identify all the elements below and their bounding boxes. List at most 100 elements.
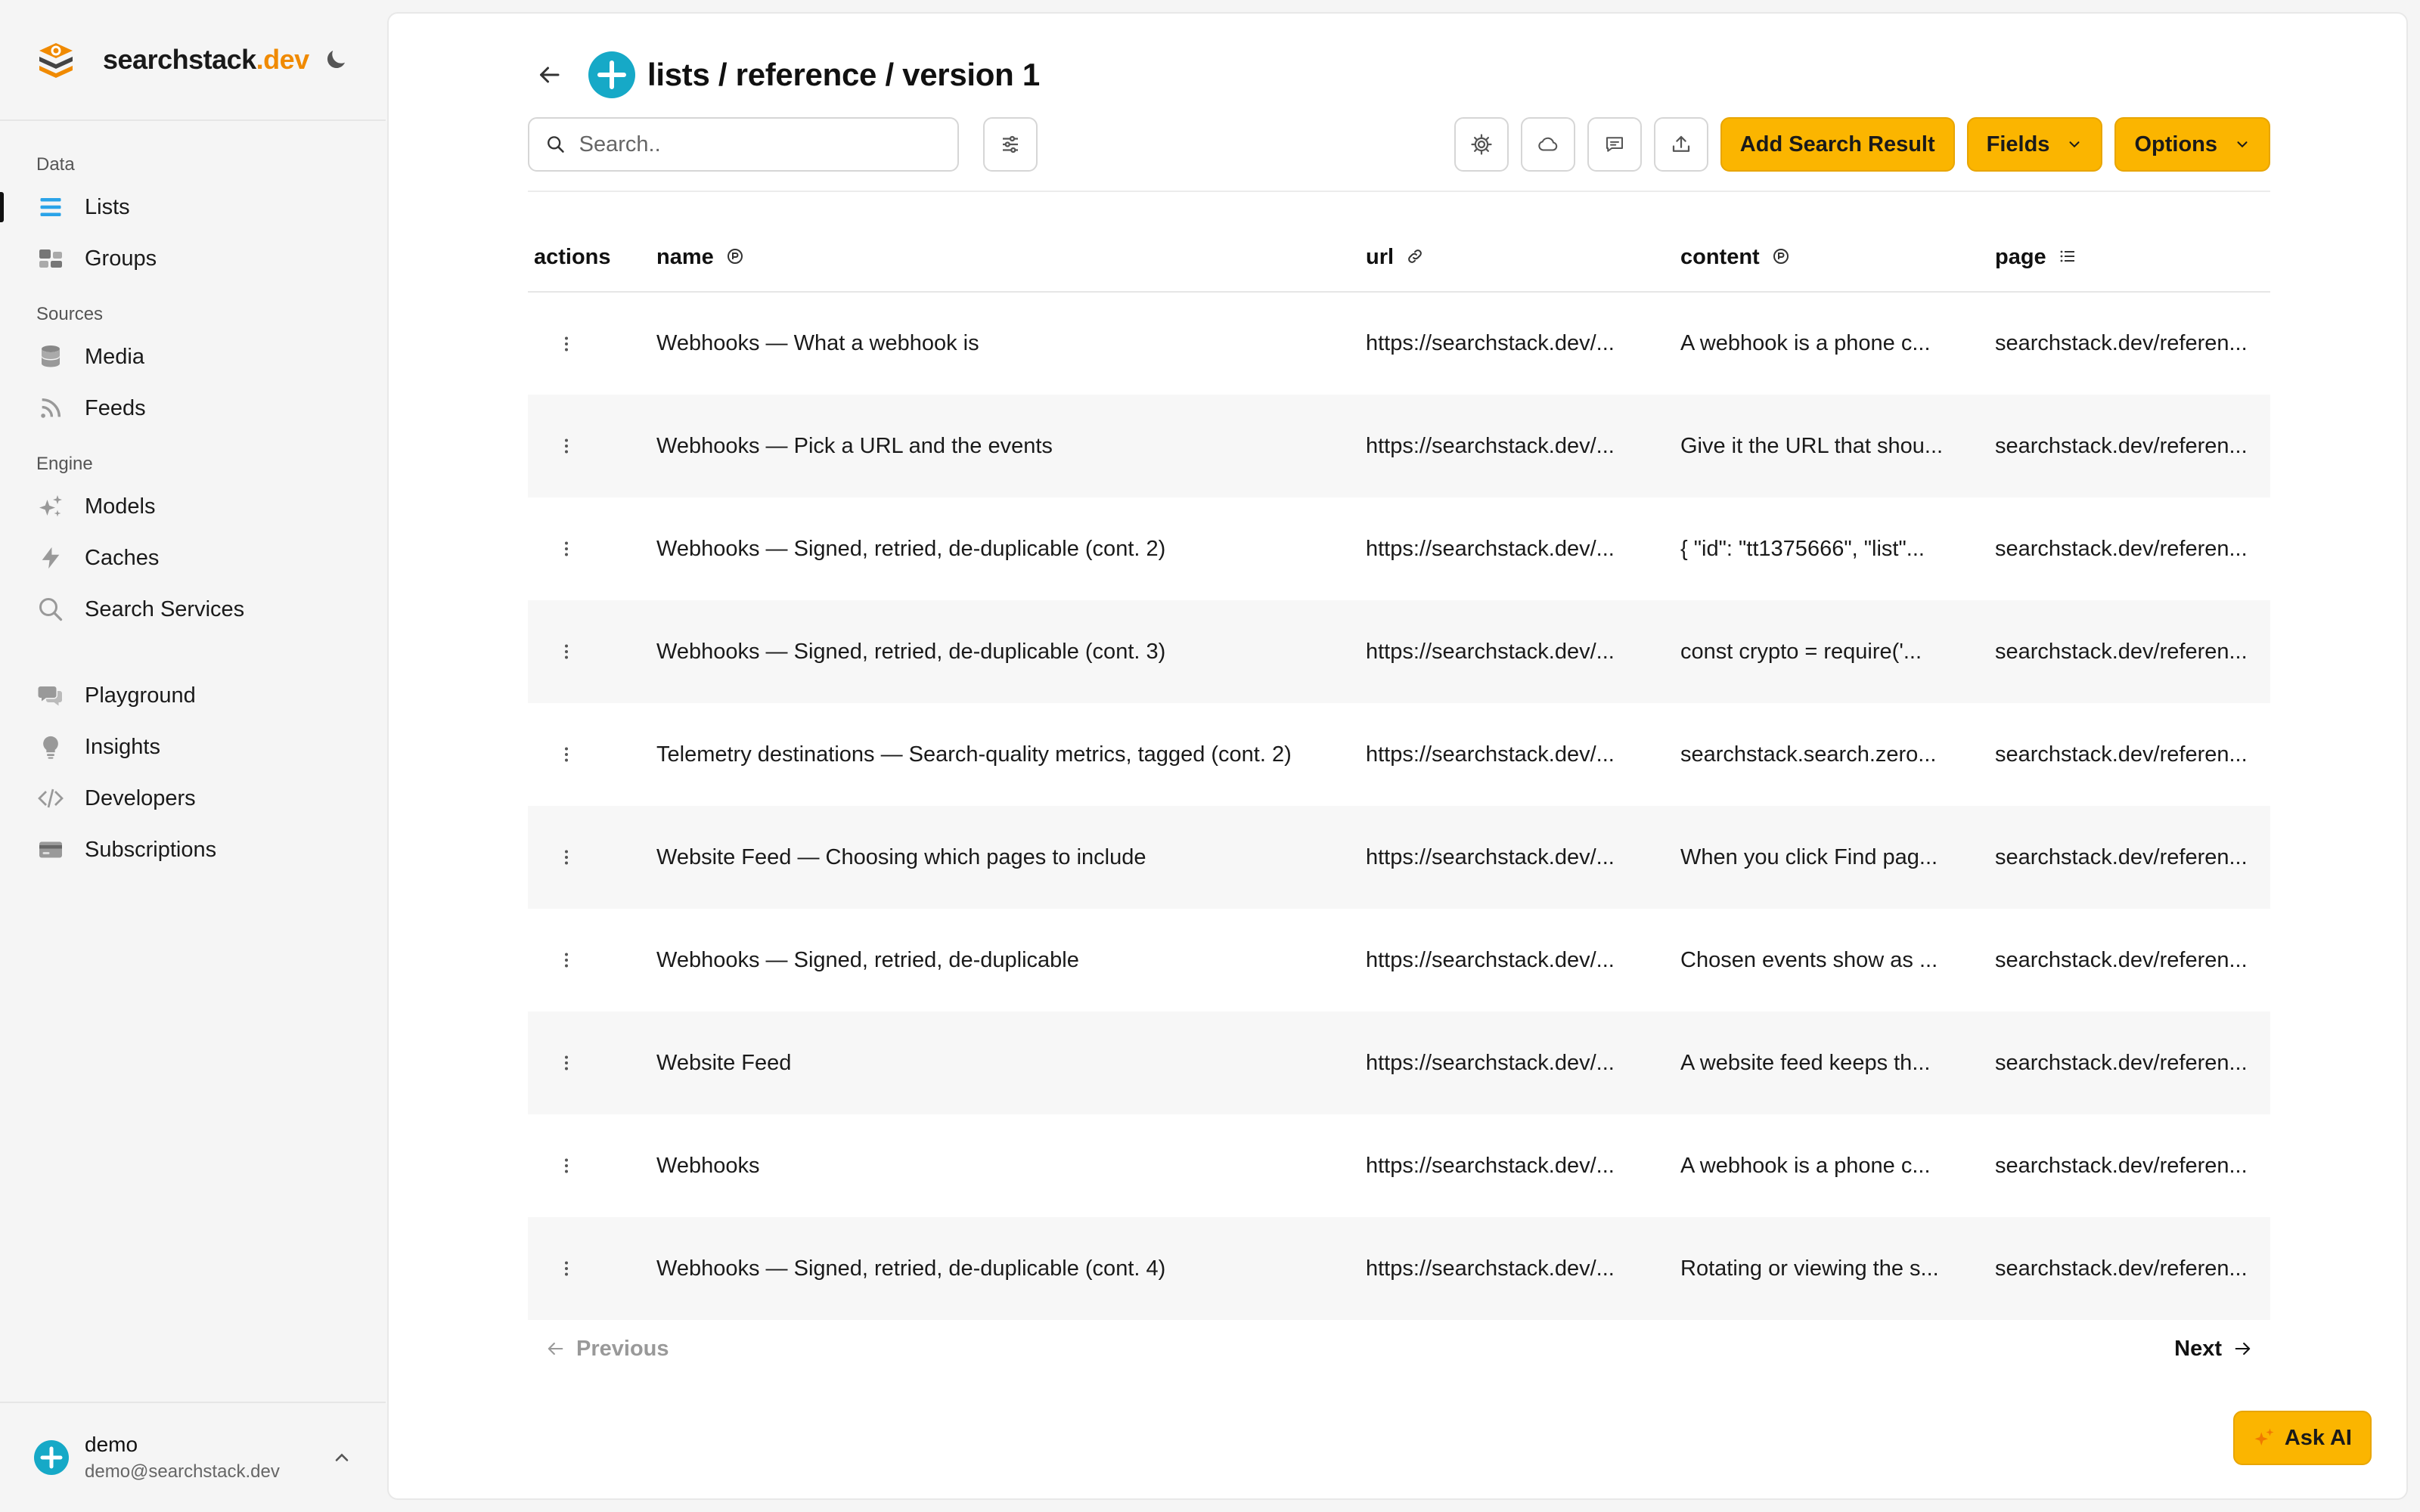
kebab-menu-icon[interactable] (555, 333, 578, 355)
main-panel: lists / reference / version 1 Search.. A… (387, 12, 2408, 1500)
table-row[interactable]: Webhooks — Signed, retried, de-duplicabl… (528, 909, 2270, 1012)
brand-name[interactable]: searchstack.dev (103, 44, 309, 76)
kebab-menu-icon[interactable] (555, 640, 578, 663)
sidebar-item-models[interactable]: Models (0, 481, 386, 532)
search-box[interactable] (528, 117, 959, 172)
chat-icon (36, 681, 65, 710)
options-dropdown-button[interactable]: Options (2114, 117, 2270, 172)
table-row[interactable]: Webhooks — Signed, retried, de-duplicabl… (528, 1217, 2270, 1320)
table-row[interactable]: Webhooks — What a webhook is https://sea… (528, 292, 2270, 395)
arrow-left-icon[interactable] (535, 61, 563, 88)
ask-ai-button[interactable]: Ask AI (2232, 1411, 2372, 1465)
column-header-content[interactable]: content (1674, 224, 1989, 293)
kebab-menu-icon[interactable] (555, 846, 578, 869)
kebab-menu-icon[interactable] (555, 538, 578, 560)
kebab-menu-icon[interactable] (555, 435, 578, 457)
row-actions[interactable] (528, 292, 650, 395)
chevron-down-icon (2237, 141, 2248, 148)
table-row[interactable]: Webhooks — Pick a URL and the events htt… (528, 395, 2270, 497)
table-row[interactable]: Webhooks — Signed, retried, de-duplicabl… (528, 497, 2270, 600)
row-actions[interactable] (528, 1012, 650, 1114)
fields-dropdown-button[interactable]: Fields (1966, 117, 2103, 172)
chevron-up-icon[interactable] (331, 1447, 352, 1468)
sidebar-item-caches[interactable]: Caches (0, 532, 386, 584)
search-icon (548, 136, 564, 153)
sidebar-item-insights[interactable]: Insights (0, 721, 386, 773)
chat-button[interactable] (1587, 117, 1642, 172)
table-row[interactable]: Website Feed https://searchstack.dev/...… (528, 1012, 2270, 1114)
row-actions[interactable] (528, 395, 650, 497)
add-search-result-button[interactable]: Add Search Result (1720, 117, 1955, 172)
sliders-icon (1003, 135, 1018, 153)
row-actions[interactable] (528, 497, 650, 600)
kebab-menu-icon[interactable] (555, 743, 578, 766)
cell-url: https://searchstack.dev/... (1366, 331, 1615, 355)
kebab-menu-icon[interactable] (555, 1257, 578, 1280)
filter-button[interactable] (983, 117, 1038, 172)
sidebar-item-search-services[interactable]: Search Services (0, 584, 386, 635)
cell-url: https://searchstack.dev/... (1360, 395, 1674, 497)
sidebar-item-media[interactable]: Media (0, 331, 386, 383)
table-row[interactable]: Webhooks https://searchstack.dev/... A w… (528, 1114, 2270, 1217)
sidebar-item-developers[interactable]: Developers (0, 773, 386, 824)
kebab-menu-icon[interactable] (555, 949, 578, 971)
cell-content: A webhook is a phone c... (1680, 1153, 1931, 1178)
cell-name: Webhooks — Signed, retried, de-duplicabl… (656, 947, 1079, 972)
sidebar-item-playground[interactable]: Playground (0, 670, 386, 721)
cell-content: A website feed keeps th... (1674, 1012, 1989, 1114)
previous-label: Previous (576, 1336, 669, 1361)
row-actions[interactable] (528, 909, 650, 1012)
table-header-row: actions name url content page (528, 224, 2270, 293)
row-actions[interactable] (528, 600, 650, 703)
row-actions[interactable] (528, 1217, 650, 1320)
section-title: Sources (36, 304, 104, 324)
table-row[interactable]: Website Feed — Choosing which pages to i… (528, 806, 2270, 909)
table-body: Webhooks — What a webhook is https://sea… (528, 292, 2270, 1320)
next-page-button[interactable]: Next (2174, 1337, 2254, 1362)
button-label: Fields (1986, 132, 2050, 156)
toolbar: Add Search Result Fields Options (528, 112, 2270, 192)
kebab-menu-icon[interactable] (555, 1052, 578, 1074)
button-label: Add Search Result (1739, 132, 1935, 156)
searchstack-logo-icon[interactable] (36, 40, 76, 79)
brand-header: searchstack.dev (0, 0, 386, 121)
cell-content: const crypto = require('... (1674, 600, 1989, 703)
sidebar-item-lists[interactable]: Lists (0, 181, 386, 233)
sidebar-item-groups[interactable]: Groups (0, 233, 386, 284)
cell-page: searchstack.dev/referen... (1995, 1153, 2248, 1178)
row-actions[interactable] (528, 1114, 650, 1217)
sidebar-item-feeds[interactable]: Feeds (0, 383, 386, 434)
cell-url: https://searchstack.dev/... (1360, 1012, 1674, 1114)
cloud-icon (1538, 137, 1557, 151)
sidebar-item-subscriptions[interactable]: Subscriptions (0, 824, 386, 875)
table-row[interactable]: Telemetry destinations — Search-quality … (528, 703, 2270, 806)
user-menu[interactable]: demo demo@searchstack.dev (0, 1402, 386, 1512)
cell-content: { "id": "tt1375666", "list"... (1680, 536, 1925, 561)
row-actions[interactable] (528, 703, 650, 806)
cell-name: Webhooks — What a webhook is (656, 331, 979, 355)
previous-page-button[interactable]: Previous (544, 1337, 669, 1362)
sidebar-item-label: Subscriptions (85, 837, 217, 862)
bolt-icon (36, 544, 65, 572)
cell-page: searchstack.dev/referen... (1995, 331, 2248, 355)
sidebar-item-label: Playground (85, 683, 196, 708)
search-icon (36, 595, 65, 624)
cloud-button[interactable] (1520, 117, 1575, 172)
table-row[interactable]: Webhooks — Signed, retried, de-duplicabl… (528, 600, 2270, 703)
cell-page: searchstack.dev/referen... (1989, 806, 2270, 909)
list-icon (36, 193, 65, 222)
upload-button[interactable] (1653, 117, 1708, 172)
column-header-page[interactable]: page (1989, 224, 2270, 293)
column-header-name[interactable]: name (650, 224, 1360, 293)
main-content: lists / reference / version 1 Search.. A… (528, 14, 2270, 1377)
link-icon (1408, 249, 1422, 264)
settings-button[interactable] (1454, 117, 1509, 172)
arrow-left-icon (548, 1342, 563, 1356)
kebab-menu-icon[interactable] (555, 1154, 578, 1177)
column-header-url[interactable]: url (1360, 224, 1674, 293)
search-input[interactable] (579, 132, 941, 157)
moon-icon[interactable] (322, 46, 349, 73)
cell-name: Website Feed (650, 1012, 1360, 1114)
row-actions[interactable] (528, 806, 650, 909)
cell-url: https://searchstack.dev/... (1366, 742, 1615, 767)
